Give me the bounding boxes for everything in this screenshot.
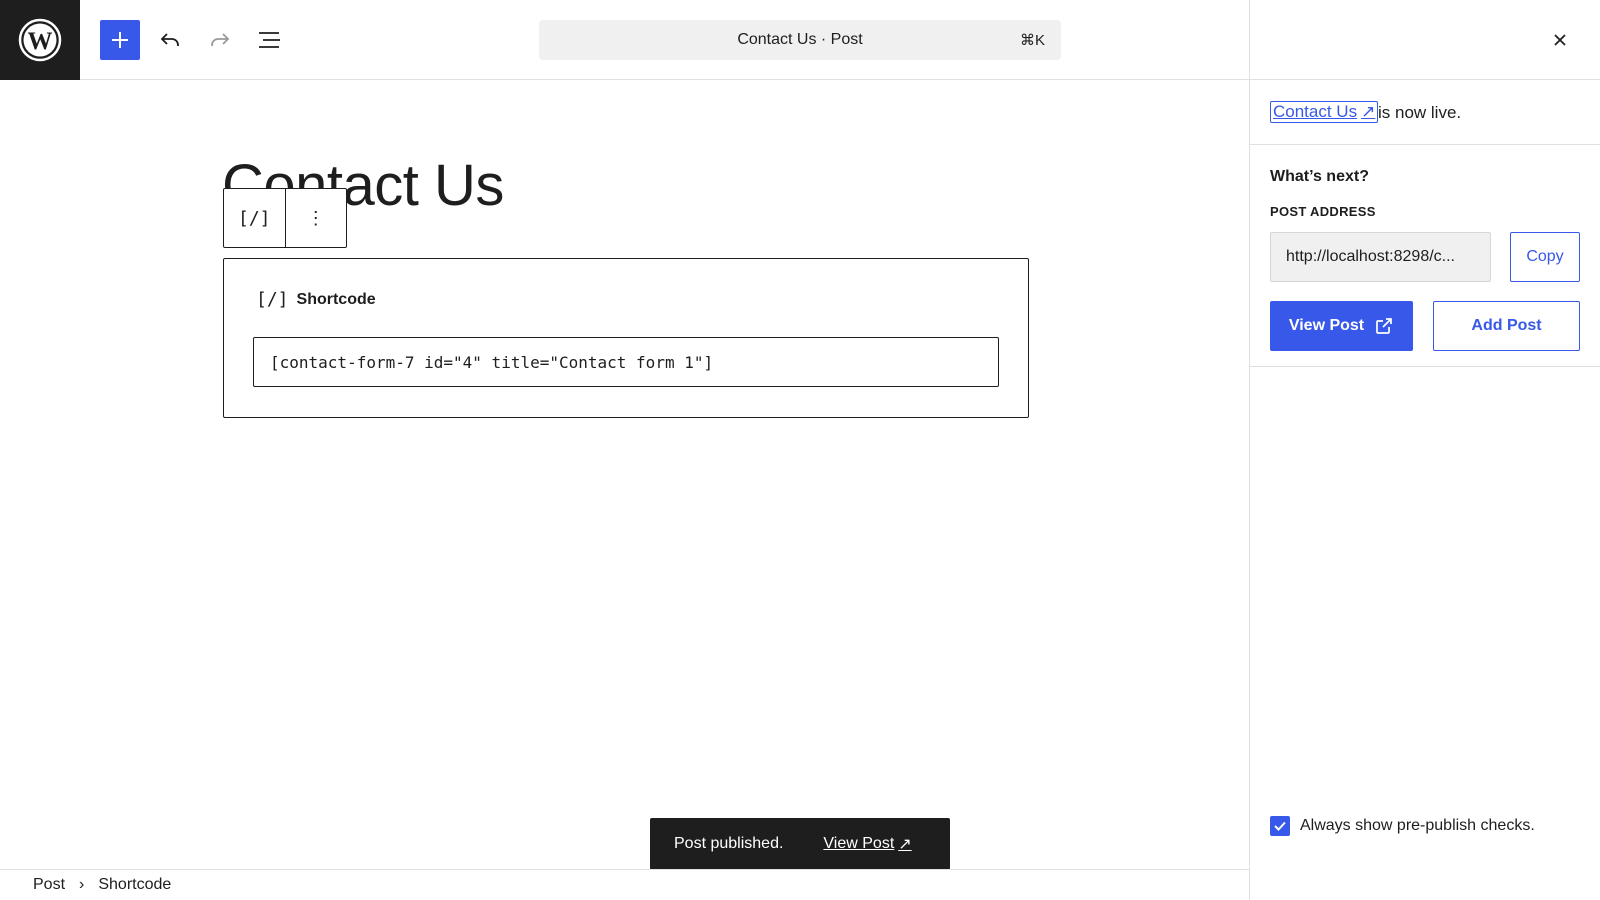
shortcode-input[interactable] bbox=[253, 337, 999, 387]
post-publish-sidebar: Contact Us ↗ is now live. What’s next? P… bbox=[1249, 0, 1600, 900]
checkmark-icon bbox=[1274, 821, 1286, 831]
snackbar-notice: Post published. View Post ↗ bbox=[650, 818, 950, 870]
snackbar-message: Post published. bbox=[674, 835, 784, 852]
command-palette-bar[interactable]: Contact Us · Post ⌘K bbox=[539, 20, 1061, 60]
add-post-button[interactable]: Add Post bbox=[1433, 301, 1580, 351]
document-overview-button[interactable] bbox=[250, 20, 290, 60]
block-options-button[interactable]: ⋮ bbox=[284, 189, 347, 247]
close-icon bbox=[1554, 34, 1566, 46]
svg-text:W: W bbox=[28, 28, 53, 55]
post-address-input[interactable] bbox=[1270, 232, 1491, 282]
close-panel-button[interactable] bbox=[1540, 20, 1580, 60]
copy-button[interactable]: Copy bbox=[1510, 232, 1580, 282]
plus-icon bbox=[112, 32, 128, 48]
block-type-button[interactable]: [/] bbox=[224, 189, 285, 247]
post-live-text: is now live. bbox=[1378, 103, 1462, 122]
wordpress-logo-button[interactable]: W bbox=[0, 0, 80, 80]
shortcode-label-text: Shortcode bbox=[296, 290, 376, 308]
breadcrumb-item-post[interactable]: Post bbox=[33, 876, 65, 894]
external-link-icon bbox=[1376, 318, 1392, 334]
external-arrow-icon: ↗ bbox=[1361, 102, 1376, 121]
editor-canvas[interactable]: Contact Us [/] ⋮ [/] Shortcode bbox=[0, 81, 1249, 869]
shortcode-block-label: [/] Shortcode bbox=[256, 289, 376, 310]
snackbar-link-label: View Post bbox=[823, 835, 895, 852]
prepublish-checks-option[interactable]: Always show pre-publish checks. bbox=[1270, 816, 1535, 836]
redo-icon bbox=[211, 33, 230, 46]
more-vertical-icon: ⋮ bbox=[306, 207, 325, 229]
wordpress-icon: W bbox=[18, 18, 62, 62]
redo-button[interactable] bbox=[200, 20, 240, 60]
post-live-notice: Contact Us ↗ is now live. bbox=[1250, 80, 1600, 145]
add-block-button[interactable] bbox=[100, 20, 140, 60]
post-live-link[interactable]: Contact Us ↗ bbox=[1270, 101, 1379, 123]
list-view-icon bbox=[259, 32, 280, 48]
shortcode-block[interactable]: [/] Shortcode bbox=[223, 258, 1029, 418]
breadcrumb-item-shortcode[interactable]: Shortcode bbox=[98, 876, 171, 894]
post-live-link-label: Contact Us bbox=[1273, 102, 1358, 121]
chevron-right-icon: › bbox=[79, 876, 85, 893]
undo-button[interactable] bbox=[150, 20, 190, 60]
undo-icon bbox=[160, 33, 179, 46]
command-shortcut: ⌘K bbox=[1019, 32, 1045, 49]
whats-next-heading: What’s next? bbox=[1270, 168, 1369, 185]
view-post-label: View Post bbox=[1288, 317, 1365, 334]
prepublish-checkbox[interactable] bbox=[1270, 816, 1290, 836]
breadcrumb: Post › Shortcode bbox=[0, 869, 1249, 900]
snackbar-view-post-link[interactable]: View Post ↗ bbox=[823, 834, 911, 854]
sidebar-header bbox=[1250, 0, 1600, 80]
block-toolbar: [/] ⋮ bbox=[223, 188, 347, 248]
whats-next-panel: What’s next? POST ADDRESS Copy View Post… bbox=[1250, 145, 1600, 367]
view-post-button[interactable]: View Post bbox=[1270, 301, 1413, 351]
shortcode-icon: [/] bbox=[256, 289, 289, 310]
prepublish-label: Always show pre-publish checks. bbox=[1300, 817, 1535, 834]
document-title: Contact Us · Post bbox=[737, 31, 863, 48]
external-arrow-icon: ↗ bbox=[898, 836, 912, 853]
shortcode-icon: [/] bbox=[237, 207, 271, 229]
post-address-label: POST ADDRESS bbox=[1270, 204, 1376, 219]
editor-header: W Contact Us · Post ⌘K bbox=[0, 0, 1250, 80]
